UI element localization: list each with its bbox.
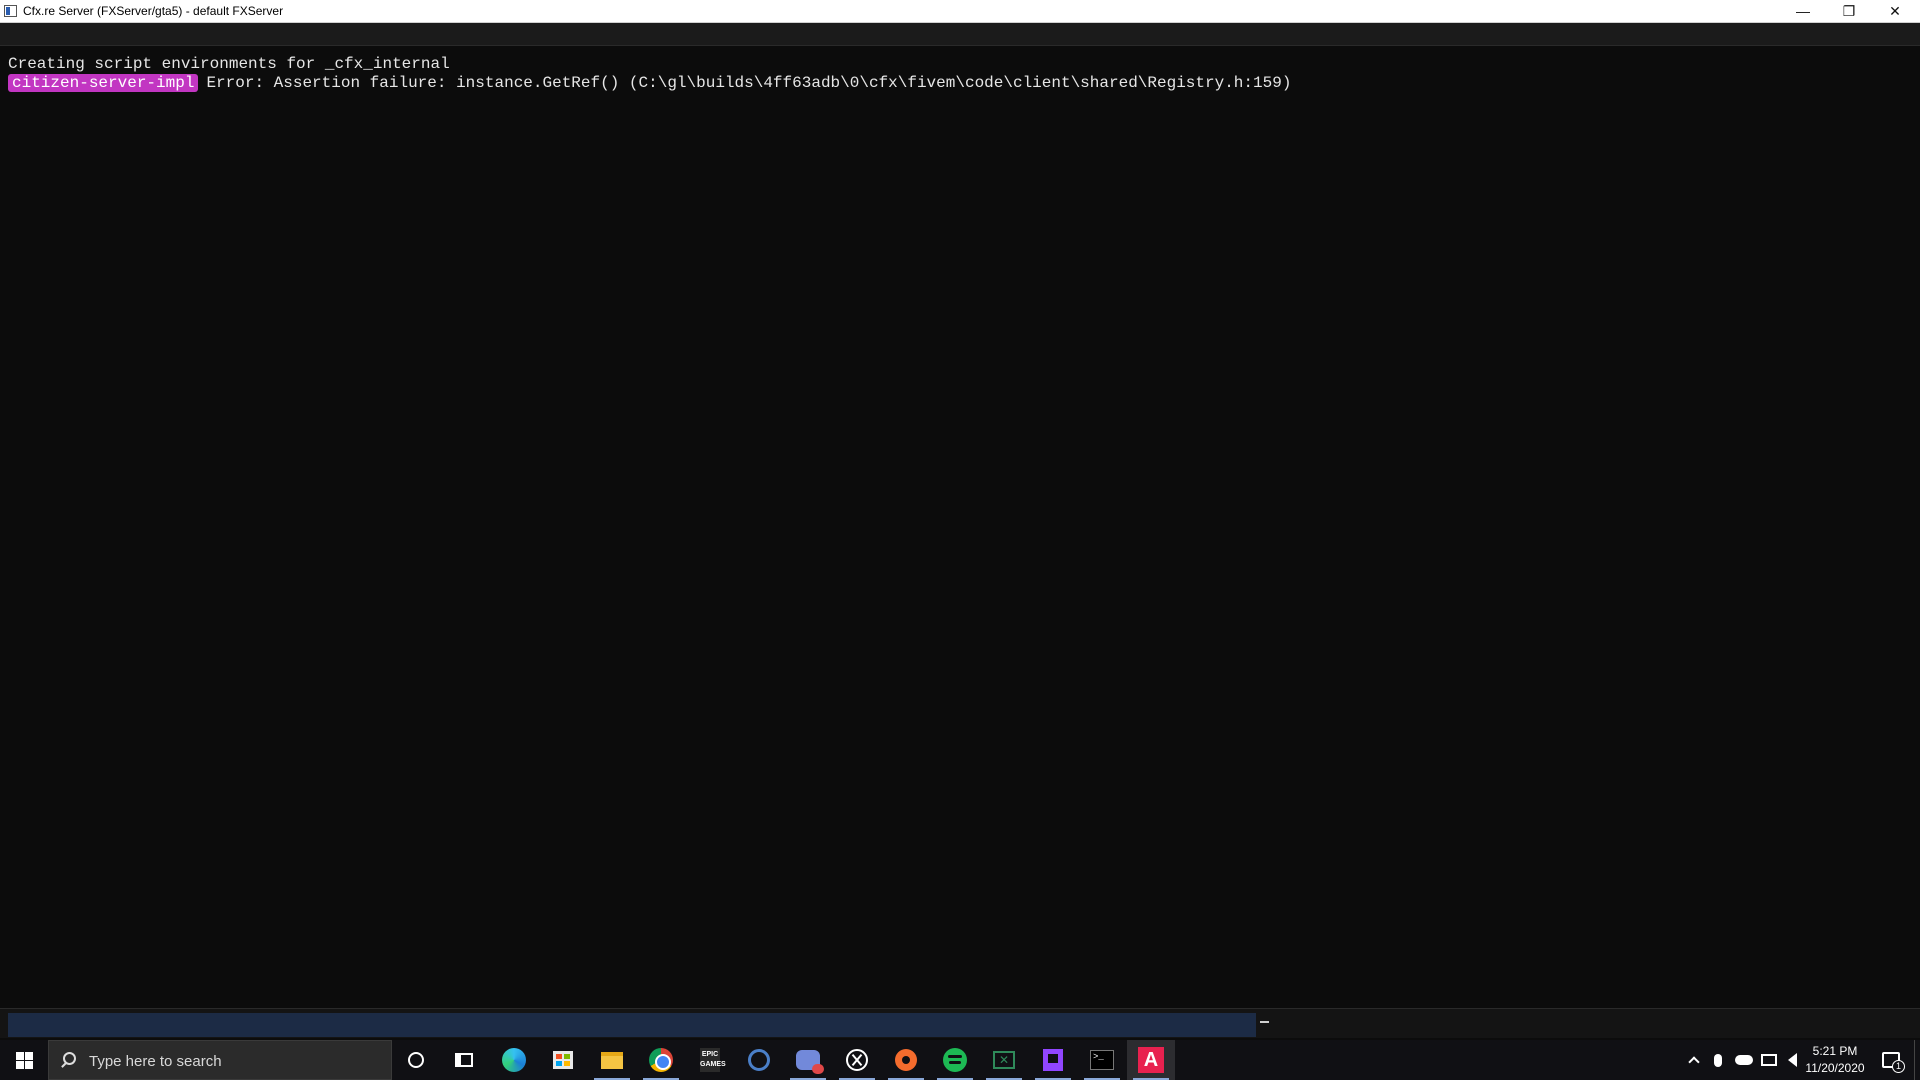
cloud-icon [1735,1055,1753,1065]
microsoft-store-icon [553,1051,573,1069]
search-icon [63,1052,76,1065]
taskbar-app-terminal[interactable]: >_ [1078,1040,1126,1080]
console-header-strip [0,23,1920,46]
window-title: Cfx.re Server (FXServer/gta5) - default … [23,4,284,18]
taskbar-app-fxserver[interactable]: A [1127,1040,1175,1080]
epic-games-icon: EPIC GAMES [700,1048,726,1072]
taskbar-app-edge[interactable] [490,1040,538,1080]
console-line: citizen-server-impl Error: Assertion fail… [8,74,1291,93]
error-message: Error: Assertion failure: instance.GetRe… [206,74,1292,92]
app-console-icon [4,5,17,17]
network-icon [1761,1054,1777,1066]
search-placeholder: Type here to search [89,1053,222,1070]
minimize-button[interactable]: — [1780,0,1826,22]
discord-icon [796,1050,824,1074]
taskbar-app-epic-games[interactable]: EPIC GAMES [686,1040,734,1080]
volume-tray[interactable] [1782,1040,1802,1080]
clock-time: 5:21 PM [1812,1044,1858,1058]
taskbar-app-chrome[interactable] [637,1040,685,1080]
taskbar: Type here to search EPIC GAMES ✕ >_ A 5:… [0,1040,1920,1080]
origin-icon [895,1049,917,1071]
show-desktop-button[interactable] [1914,1040,1920,1080]
taskbar-search[interactable]: Type here to search [48,1040,392,1080]
action-center-button[interactable]: 1 [1876,1040,1906,1080]
close-button[interactable]: ✕ [1872,0,1918,22]
windows-logo-icon [15,1051,33,1069]
task-view-icon [455,1053,473,1067]
task-view-button[interactable] [440,1040,488,1080]
start-button[interactable] [0,1040,48,1080]
steam-icon [748,1049,770,1071]
chrome-icon [649,1048,673,1072]
taskbar-app-file-explorer[interactable] [588,1040,636,1080]
xbox-icon [846,1049,868,1071]
taskbar-clock[interactable]: 5:21 PM 11/20/2020 [1802,1043,1868,1079]
taskbar-app-origin[interactable] [882,1040,930,1080]
taskbar-app-spotify[interactable] [931,1040,979,1080]
notification-count: 1 [1892,1060,1905,1073]
command-input-area [0,1008,1920,1038]
chevron-up-icon [1688,1056,1700,1068]
speaker-icon [1787,1053,1797,1067]
show-hidden-icons-button[interactable] [1682,1040,1706,1080]
xbox-game-bar-icon: ✕ [993,1051,1015,1069]
microphone-tray[interactable] [1708,1040,1728,1080]
console-line: Creating script environments for _cfx_in… [8,55,450,73]
onedrive-tray[interactable] [1732,1040,1756,1080]
restore-button[interactable]: ❐ [1826,0,1872,22]
notification-icon: 1 [1882,1052,1905,1073]
cortana-button[interactable] [392,1040,440,1080]
taskbar-app-xbox[interactable] [833,1040,881,1080]
terminal-icon: >_ [1090,1050,1114,1070]
twitch-icon [1043,1049,1063,1071]
taskbar-app-discord[interactable] [784,1040,832,1080]
fxserver-icon: A [1138,1047,1164,1073]
taskbar-app-twitch[interactable] [1029,1040,1077,1080]
network-tray[interactable] [1758,1040,1780,1080]
taskbar-app-store[interactable] [539,1040,587,1080]
clock-date: 11/20/2020 [1805,1061,1865,1075]
console-output: Creating script environments for _cfx_in… [0,46,1920,1010]
channel-tag: citizen-server-impl [8,74,199,92]
taskbar-app-steam[interactable] [735,1040,783,1080]
text-cursor [1260,1021,1269,1023]
taskbar-app-xbox-game-bar[interactable]: ✕ [980,1040,1028,1080]
command-input[interactable] [8,1013,1256,1037]
cortana-icon [408,1052,424,1068]
window-title-bar: Cfx.re Server (FXServer/gta5) - default … [0,0,1920,23]
spotify-icon [943,1048,967,1072]
edge-icon [502,1048,526,1072]
file-explorer-icon [601,1051,623,1069]
microphone-icon [1714,1053,1722,1067]
